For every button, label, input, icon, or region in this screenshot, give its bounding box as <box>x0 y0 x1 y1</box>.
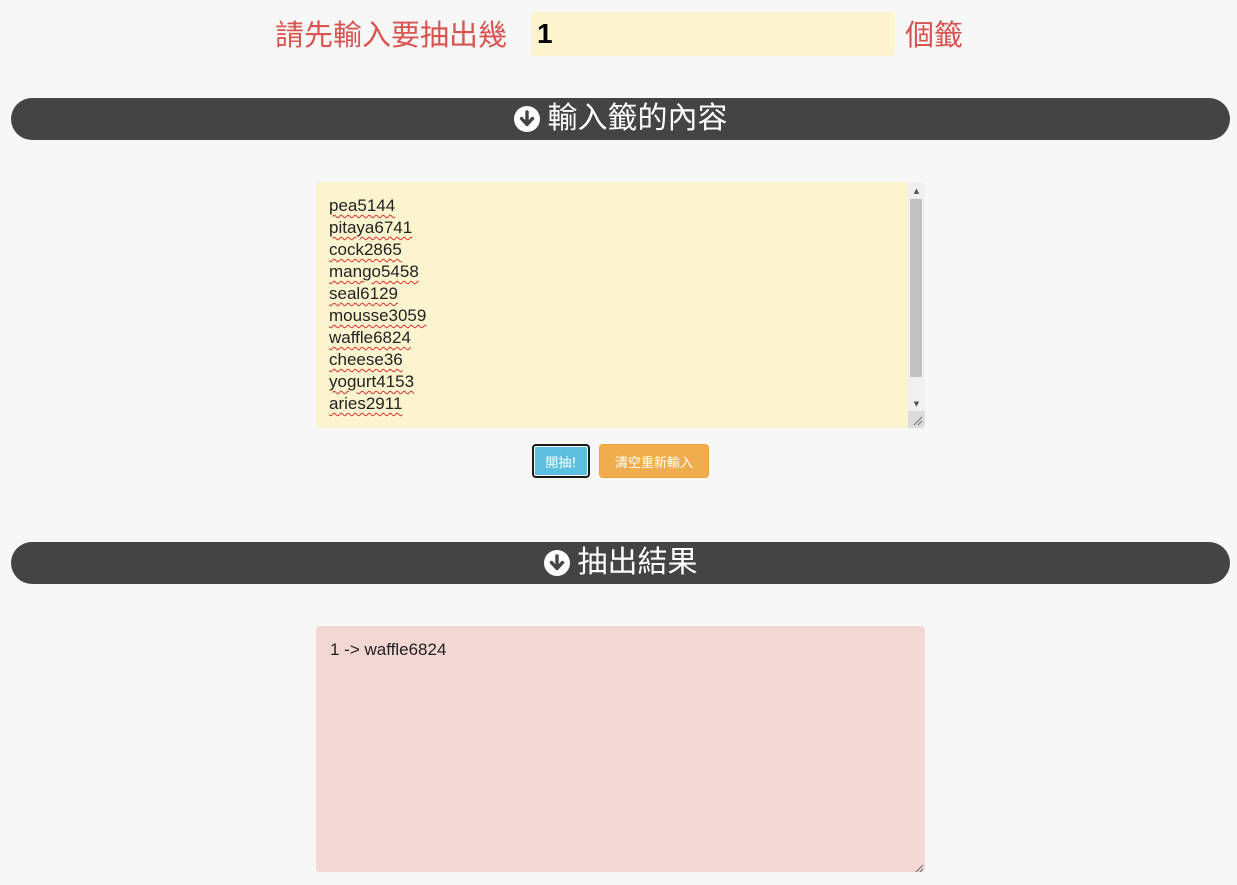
lot-line: waffle6824 <box>329 328 411 347</box>
draw-button[interactable]: 開抽! <box>532 444 590 478</box>
lot-line: cheese36 <box>329 350 403 369</box>
lot-line: aries2911 <box>329 394 403 413</box>
lots-content-textarea[interactable]: pea5144 pitaya6741 cock2865 mango5458 seal61… <box>316 182 925 428</box>
lot-line: mousse3059 <box>329 306 427 325</box>
scroll-up-arrow-icon[interactable]: ▲ <box>908 182 925 199</box>
clear-reenter-button[interactable]: 清空重新輸入 <box>599 444 709 478</box>
prompt-suffix-label: 個籤 <box>905 18 964 52</box>
result-text: 1 -> waffle6824 <box>330 640 447 659</box>
arrow-circle-down-icon <box>543 550 570 576</box>
prompt-prefix-label: 請先輸入要抽出幾 <box>275 18 508 52</box>
lot-line: pitaya6741 <box>329 218 413 237</box>
result-section-header: 抽出結果 <box>11 542 1230 584</box>
lot-line: cock2865 <box>329 240 402 259</box>
scroll-thumb[interactable] <box>910 199 922 377</box>
input-section-title: 輸入籤的內容 <box>547 101 728 136</box>
lot-line: mango5458 <box>329 262 419 281</box>
lot-line: seal6129 <box>329 284 399 303</box>
textarea-scrollbar[interactable]: ▲ ▼ <box>908 182 925 412</box>
resize-grip-icon[interactable] <box>908 411 925 428</box>
result-textarea[interactable]: 1 -> waffle6824 <box>316 626 925 872</box>
count-prompt-row: 請先輸入要抽出幾 個籤 <box>0 0 1237 72</box>
scroll-down-arrow-icon[interactable]: ▼ <box>908 395 925 412</box>
lots-content-lines: pea5144 pitaya6741 cock2865 mango5458 seal61… <box>329 195 426 415</box>
lot-line: yogurt4153 <box>329 372 415 391</box>
resize-grip-icon[interactable] <box>912 859 924 872</box>
result-section-title: 抽出結果 <box>577 545 698 580</box>
input-section-header: 輸入籤的內容 <box>11 98 1230 140</box>
draw-count-input[interactable] <box>531 12 895 56</box>
arrow-circle-down-icon <box>513 106 540 132</box>
lot-line: pea5144 <box>329 196 396 215</box>
